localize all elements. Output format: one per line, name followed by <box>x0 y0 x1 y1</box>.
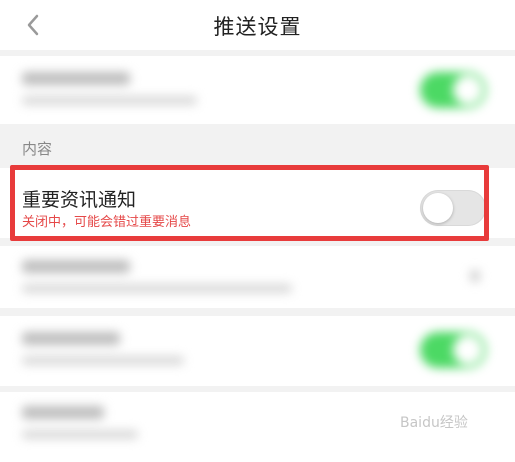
blurred-content <box>0 246 515 308</box>
blurred-setting-row-3 <box>0 316 515 386</box>
header-bar: 推送设置 <box>0 0 515 50</box>
blurred-setting-row-2 <box>0 246 515 308</box>
page-title: 推送设置 <box>213 15 302 39</box>
red-highlight-frame <box>10 165 489 241</box>
blurred-content <box>0 316 515 386</box>
blurred-toggle-3[interactable] <box>420 332 486 368</box>
blurred-setting-row-1 <box>0 56 515 124</box>
blurred-content <box>0 56 515 124</box>
baidu-jingyan-watermark: Baidu经验 <box>400 415 468 431</box>
blurred-toggle-1[interactable] <box>420 72 486 108</box>
section-label: 内容 <box>22 140 53 158</box>
